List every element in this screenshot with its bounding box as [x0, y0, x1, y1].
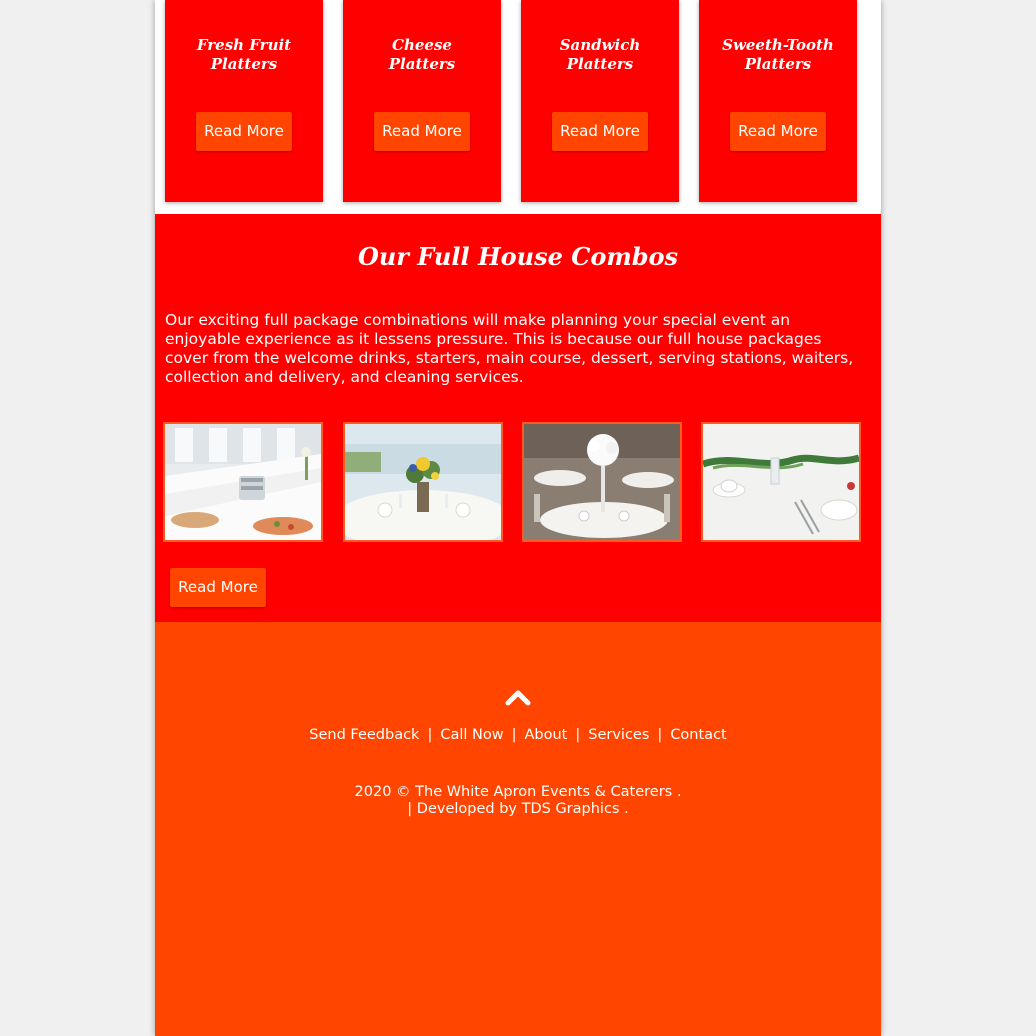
developer-link[interactable]: TDS Graphics .	[522, 801, 629, 817]
platter-card-sandwich: Sandwich Platters Read More	[521, 0, 679, 202]
platter-card-title: Sweeth-Tooth Platters	[703, 36, 853, 74]
combos-section: Our Full House Combos Our exciting full …	[155, 214, 881, 622]
footer-link-call-now[interactable]: Call Now	[440, 727, 503, 743]
footer-link-send-feedback[interactable]: Send Feedback	[309, 727, 419, 743]
read-more-button[interactable]: Read More	[196, 112, 292, 151]
footer-link-contact[interactable]: Contact	[670, 727, 726, 743]
platter-title-line: Cheese	[392, 36, 452, 54]
platter-cards: Fresh Fruit Platters Read More Cheese Pl…	[155, 0, 881, 214]
platter-card-title: Sandwich Platters	[525, 36, 675, 74]
platter-card-title: Fresh Fruit Platters	[169, 36, 319, 74]
platter-title-line: Platters	[210, 55, 278, 73]
combos-title: Our Full House Combos	[357, 242, 679, 271]
buffet-table-photo[interactable]	[163, 422, 323, 542]
read-more-button[interactable]: Read More	[730, 112, 826, 151]
footer-separator: |	[511, 727, 517, 743]
combos-description: Our exciting full package combinations w…	[165, 311, 854, 386]
footer-link-about[interactable]: About	[525, 727, 568, 743]
wedding-table-flowers-photo[interactable]	[343, 422, 503, 542]
copyright-year: 2020 ©	[354, 784, 411, 800]
table-setting-greenery-photo[interactable]	[701, 422, 861, 542]
platter-title-line: Platters	[744, 55, 812, 73]
platter-card-cheese: Cheese Platters Read More	[343, 0, 501, 202]
footer-separator: |	[657, 727, 663, 743]
platter-title-line: Platters	[566, 55, 634, 73]
footer-separator: |	[575, 727, 581, 743]
developed-by-label: | Developed by	[407, 801, 517, 817]
footer-link-services[interactable]: Services	[588, 727, 649, 743]
footer-separator: |	[427, 727, 433, 743]
platter-title-line: Sweeth-Tooth	[722, 36, 834, 54]
platter-card-sweet-tooth: Sweeth-Tooth Platters Read More	[699, 0, 857, 202]
scroll-to-top-icon[interactable]	[505, 688, 531, 706]
company-link[interactable]: The White Apron Events & Caterers .	[415, 784, 681, 800]
platter-title-line: Platters	[388, 55, 456, 73]
platter-title-line: Sandwich	[559, 36, 641, 54]
footer-nav: Send Feedback | Call Now | About | Services | Co…	[155, 726, 881, 744]
copyright: 2020 © The White Apron Events & Caterers…	[155, 784, 881, 818]
platter-card-title: Cheese Platters	[347, 36, 497, 74]
platter-title-line: Fresh Fruit	[196, 36, 292, 54]
banquet-hall-photo[interactable]	[522, 422, 682, 542]
footer: Send Feedback | Call Now | About | Services | Co…	[155, 622, 881, 1036]
platter-card-fresh-fruit: Fresh Fruit Platters Read More	[165, 0, 323, 202]
read-more-button[interactable]: Read More	[552, 112, 648, 151]
combos-read-more-button[interactable]: Read More	[170, 568, 266, 607]
page: Fresh Fruit Platters Read More Cheese Pl…	[155, 0, 881, 1036]
read-more-button[interactable]: Read More	[374, 112, 470, 151]
